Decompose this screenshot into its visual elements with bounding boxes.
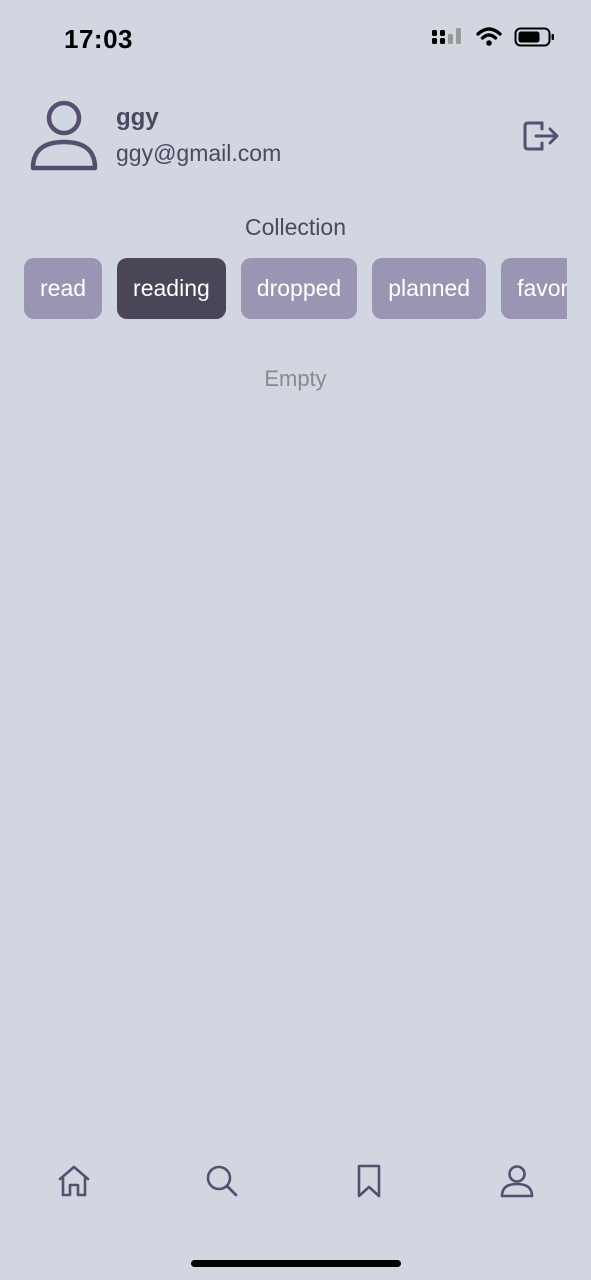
logout-button[interactable] bbox=[521, 116, 561, 156]
home-indicator[interactable] bbox=[191, 1260, 401, 1267]
bookmark-icon bbox=[357, 1164, 381, 1198]
profile-icon bbox=[500, 1165, 534, 1198]
search-icon bbox=[206, 1165, 238, 1197]
bottom-nav bbox=[0, 1156, 591, 1206]
tab-favorite[interactable]: favorite bbox=[501, 258, 567, 319]
user-name: ggy bbox=[116, 104, 159, 131]
nav-profile[interactable] bbox=[492, 1156, 542, 1206]
home-icon bbox=[58, 1165, 90, 1197]
status-time: 17:03 bbox=[64, 24, 133, 54]
tab-read[interactable]: read bbox=[24, 258, 103, 319]
empty-state-text: Empty bbox=[264, 366, 327, 391]
battery-icon bbox=[514, 27, 554, 47]
wifi-icon bbox=[476, 27, 502, 46]
nav-bookmarks[interactable] bbox=[344, 1156, 394, 1206]
status-bar: 17:03 bbox=[0, 0, 591, 80]
collection-tabs[interactable]: read reading dropped planned favorite bbox=[24, 258, 567, 320]
logout-icon bbox=[523, 121, 559, 151]
profile-header: ggy ggy@gmail.com bbox=[30, 98, 561, 178]
person-icon bbox=[30, 100, 98, 171]
signal-icon bbox=[432, 28, 461, 44]
tab-reading[interactable]: reading bbox=[117, 258, 226, 319]
collection-title: Collection bbox=[245, 214, 346, 240]
nav-search[interactable] bbox=[197, 1156, 247, 1206]
collection-tabs-row: read reading dropped planned favorite bbox=[24, 258, 567, 320]
tab-dropped[interactable]: dropped bbox=[240, 258, 358, 319]
tab-planned[interactable]: planned bbox=[372, 258, 487, 319]
status-icons bbox=[430, 26, 556, 48]
nav-home[interactable] bbox=[49, 1156, 99, 1206]
user-email: ggy@gmail.com bbox=[116, 140, 282, 166]
